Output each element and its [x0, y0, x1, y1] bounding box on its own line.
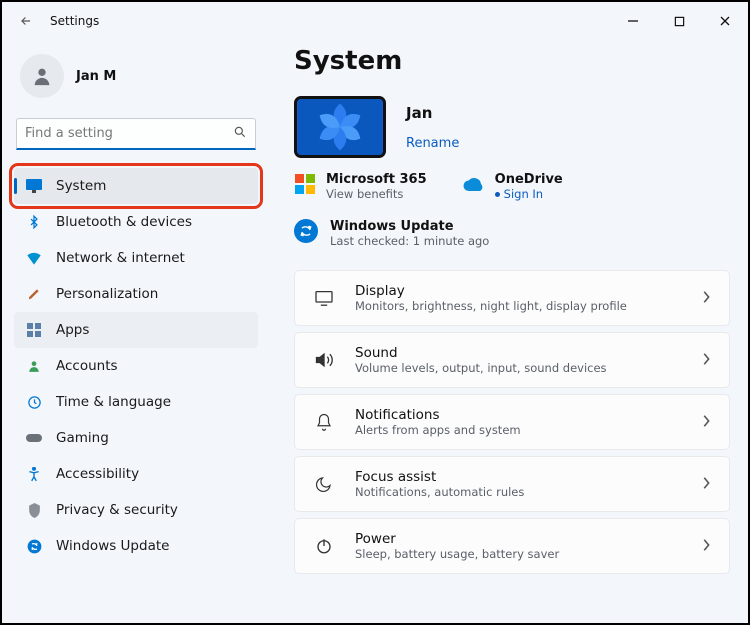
- card-title: Power: [355, 531, 681, 547]
- tile-title: Microsoft 365: [326, 172, 427, 187]
- device-name: Jan: [406, 104, 459, 122]
- sidebar-item-label: Apps: [56, 322, 89, 338]
- shield-icon: [26, 502, 42, 518]
- sidebar-item-label: Accessibility: [56, 466, 139, 482]
- nav-list: System Bluetooth & devices Network & int…: [14, 168, 258, 564]
- bell-icon: [313, 411, 335, 433]
- power-icon: [313, 535, 335, 557]
- user-profile[interactable]: Jan M: [14, 48, 258, 112]
- tile-onedrive[interactable]: OneDrive Sign In: [463, 172, 563, 201]
- sidebar-item-label: System: [56, 178, 106, 194]
- sidebar-item-time-language[interactable]: Time & language: [14, 384, 258, 420]
- page-title: System: [294, 46, 730, 76]
- sidebar-item-system[interactable]: System: [14, 168, 258, 204]
- sidebar-item-label: Gaming: [56, 430, 109, 446]
- card-sub: Volume levels, output, input, sound devi…: [355, 361, 681, 375]
- chevron-right-icon: [701, 413, 711, 432]
- tile-subtitle: View benefits: [326, 187, 427, 201]
- wifi-icon: [26, 250, 42, 266]
- globe-clock-icon: [26, 394, 42, 410]
- window-title: Settings: [50, 14, 99, 28]
- sidebar-item-label: Accounts: [56, 358, 118, 374]
- tile-microsoft365[interactable]: Microsoft 365 View benefits: [294, 172, 427, 201]
- tile-subtitle[interactable]: Sign In: [495, 187, 563, 201]
- update-sub: Last checked: 1 minute ago: [330, 234, 489, 248]
- sidebar-item-accounts[interactable]: Accounts: [14, 348, 258, 384]
- chevron-right-icon: [701, 537, 711, 556]
- titlebar: Settings: [2, 2, 748, 40]
- setting-card-focus-assist[interactable]: Focus assistNotifications, automatic rul…: [294, 456, 730, 512]
- microsoft-logo-icon: [294, 173, 316, 195]
- display-icon: [313, 287, 335, 309]
- update-title: Windows Update: [330, 219, 489, 234]
- close-button[interactable]: [702, 6, 748, 36]
- card-sub: Alerts from apps and system: [355, 423, 681, 437]
- setting-card-display[interactable]: DisplayMonitors, brightness, night light…: [294, 270, 730, 326]
- sidebar-item-label: Privacy & security: [56, 502, 178, 518]
- device-row: Jan Rename: [294, 96, 730, 158]
- sound-icon: [313, 349, 335, 371]
- chevron-right-icon: [701, 475, 711, 494]
- sidebar-item-label: Bluetooth & devices: [56, 214, 192, 230]
- brush-icon: [26, 286, 42, 302]
- monitor-icon: [26, 178, 42, 194]
- card-title: Focus assist: [355, 469, 681, 485]
- sidebar-item-gaming[interactable]: Gaming: [14, 420, 258, 456]
- chevron-right-icon: [701, 289, 711, 308]
- sidebar-item-privacy[interactable]: Privacy & security: [14, 492, 258, 528]
- moon-icon: [313, 473, 335, 495]
- rename-link[interactable]: Rename: [406, 136, 459, 151]
- search-box[interactable]: [16, 118, 256, 150]
- cloud-icon: [463, 173, 485, 195]
- sidebar-item-personalization[interactable]: Personalization: [14, 276, 258, 312]
- sidebar-item-label: Windows Update: [56, 538, 169, 554]
- update-icon: [26, 538, 42, 554]
- search-input[interactable]: [25, 126, 233, 141]
- user-name: Jan M: [76, 69, 116, 84]
- sidebar-item-label: Time & language: [56, 394, 171, 410]
- main-content: System Jan Rename Microsoft 365 View ben…: [270, 40, 748, 623]
- windows-update-status[interactable]: Windows Update Last checked: 1 minute ag…: [294, 219, 730, 248]
- accessibility-icon: [26, 466, 42, 482]
- search-icon: [233, 124, 247, 143]
- chevron-right-icon: [701, 351, 711, 370]
- apps-icon: [26, 322, 42, 338]
- sidebar: Jan M System Bluetooth & devices Network…: [2, 40, 270, 623]
- maximize-button[interactable]: [656, 6, 702, 36]
- sidebar-item-network[interactable]: Network & internet: [14, 240, 258, 276]
- device-thumbnail[interactable]: [294, 96, 386, 158]
- sidebar-item-windows-update[interactable]: Windows Update: [14, 528, 258, 564]
- card-title: Sound: [355, 345, 681, 361]
- setting-card-notifications[interactable]: NotificationsAlerts from apps and system: [294, 394, 730, 450]
- person-icon: [26, 358, 42, 374]
- card-sub: Monitors, brightness, night light, displ…: [355, 299, 681, 313]
- sidebar-item-label: Personalization: [56, 286, 158, 302]
- card-sub: Sleep, battery usage, battery saver: [355, 547, 681, 561]
- card-title: Display: [355, 283, 681, 299]
- gamepad-icon: [26, 430, 42, 446]
- back-button[interactable]: [12, 7, 40, 35]
- setting-card-power[interactable]: PowerSleep, battery usage, battery saver: [294, 518, 730, 574]
- card-sub: Notifications, automatic rules: [355, 485, 681, 499]
- avatar: [20, 54, 64, 98]
- sidebar-item-accessibility[interactable]: Accessibility: [14, 456, 258, 492]
- minimize-button[interactable]: [610, 6, 656, 36]
- tile-title: OneDrive: [495, 172, 563, 187]
- card-title: Notifications: [355, 407, 681, 423]
- sidebar-item-bluetooth[interactable]: Bluetooth & devices: [14, 204, 258, 240]
- update-icon: [294, 219, 318, 243]
- bluetooth-icon: [26, 214, 42, 230]
- sidebar-item-apps[interactable]: Apps: [14, 312, 258, 348]
- sidebar-item-label: Network & internet: [56, 250, 185, 266]
- setting-card-sound[interactable]: SoundVolume levels, output, input, sound…: [294, 332, 730, 388]
